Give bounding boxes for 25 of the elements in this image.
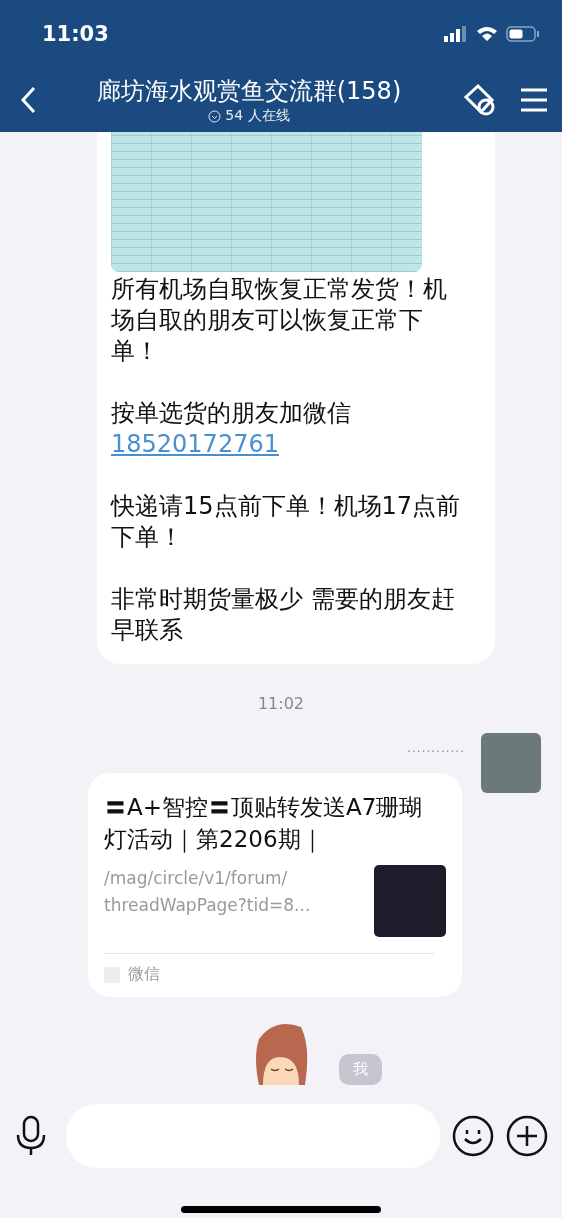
plus-icon[interactable]: [506, 1115, 548, 1157]
timestamp: 11:02: [257, 694, 305, 713]
microphone-icon[interactable]: [14, 1115, 48, 1157]
thumbnail-photo: [374, 865, 446, 937]
card-url: threadWapPage?tid=8...: [104, 894, 311, 917]
menu-icon[interactable]: [520, 88, 548, 112]
sender-name: ............: [407, 741, 465, 757]
check-circle-icon: [208, 109, 222, 123]
back-icon[interactable]: [20, 86, 36, 114]
wifi-icon: [476, 26, 498, 42]
card-url: /mag/circle/v1/forum/: [104, 867, 289, 890]
message-text: 按单选货的朋友加微信 18520172761: [111, 398, 352, 460]
sticker-label: 我: [339, 1054, 382, 1085]
battery-icon: [506, 26, 540, 42]
online-count: 54 人在线: [225, 107, 290, 125]
message-text: 非常时期货量极少 需要的朋友赶早联系: [111, 584, 456, 646]
source-label: 微信: [128, 964, 160, 985]
chat-title: 廊坊海水观赏鱼交流群(158): [96, 76, 402, 107]
message-text: 快递请15点前下单！机场17点前下单！: [111, 491, 461, 553]
status-time: 11:03: [42, 22, 109, 46]
link-card[interactable]: 〓A+智控〓顶贴转发送A7珊瑚灯活动｜第2206期｜ /mag/circle/v1/forum/ threadWapPage?tid=8... 微信: [88, 773, 462, 997]
emoji-icon[interactable]: [452, 1115, 494, 1157]
message-text: 所有机场自取恢复正常发货！机场自取的朋友可以恢复正常下单！: [111, 274, 448, 367]
card-title: 〓A+智控〓顶贴转发送A7珊瑚灯活动｜第2206期｜: [104, 793, 424, 855]
signal-icon: [444, 26, 468, 42]
